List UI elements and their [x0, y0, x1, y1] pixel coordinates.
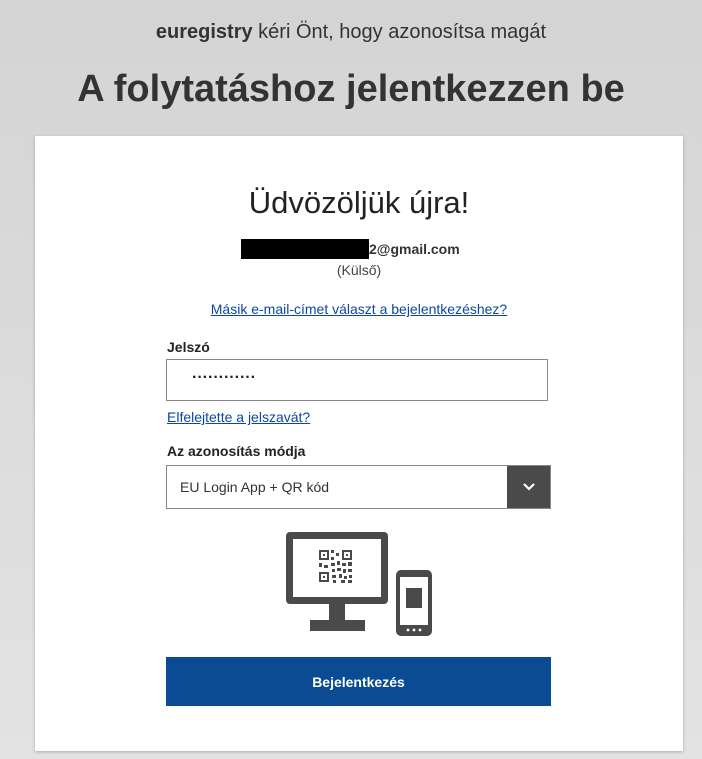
welcome-heading: Üdvözöljük újra! [248, 185, 470, 220]
auth-method-select[interactable]: EU Login App + QR kód [166, 465, 551, 509]
login-button[interactable]: Bejelentkezés [166, 657, 551, 706]
user-email: 2@gmail.com [241, 238, 460, 260]
password-field[interactable]: ············ [166, 359, 548, 401]
page-title: A folytatáshoz jelentkezzen be [77, 68, 625, 110]
password-value: ············ [192, 369, 256, 386]
chevron-down-icon [522, 483, 535, 491]
email-suffix: 2@gmail.com [369, 241, 460, 257]
account-type: (Külső) [336, 262, 382, 278]
intro-text: kéri Önt, hogy azonosítsa magát [252, 21, 547, 43]
app-name: euregistry [155, 21, 253, 43]
auth-method-label: Az azonosítás módja [167, 443, 306, 459]
other-email-link[interactable]: Másik e-mail-címet választ a bejelentkez… [211, 301, 507, 317]
intro-line: euregistry kéri Önt, hogy azonosítsa mag… [0, 18, 702, 46]
password-label: Jelszó [167, 339, 210, 355]
redaction-box [241, 239, 369, 259]
monitor-qr-phone-icon [286, 532, 432, 636]
auth-method-value: EU Login App + QR kód [180, 479, 330, 495]
forgot-password-link[interactable]: Elfelejtette a jelszavát? [167, 409, 310, 425]
dropdown-toggle[interactable] [507, 466, 550, 508]
